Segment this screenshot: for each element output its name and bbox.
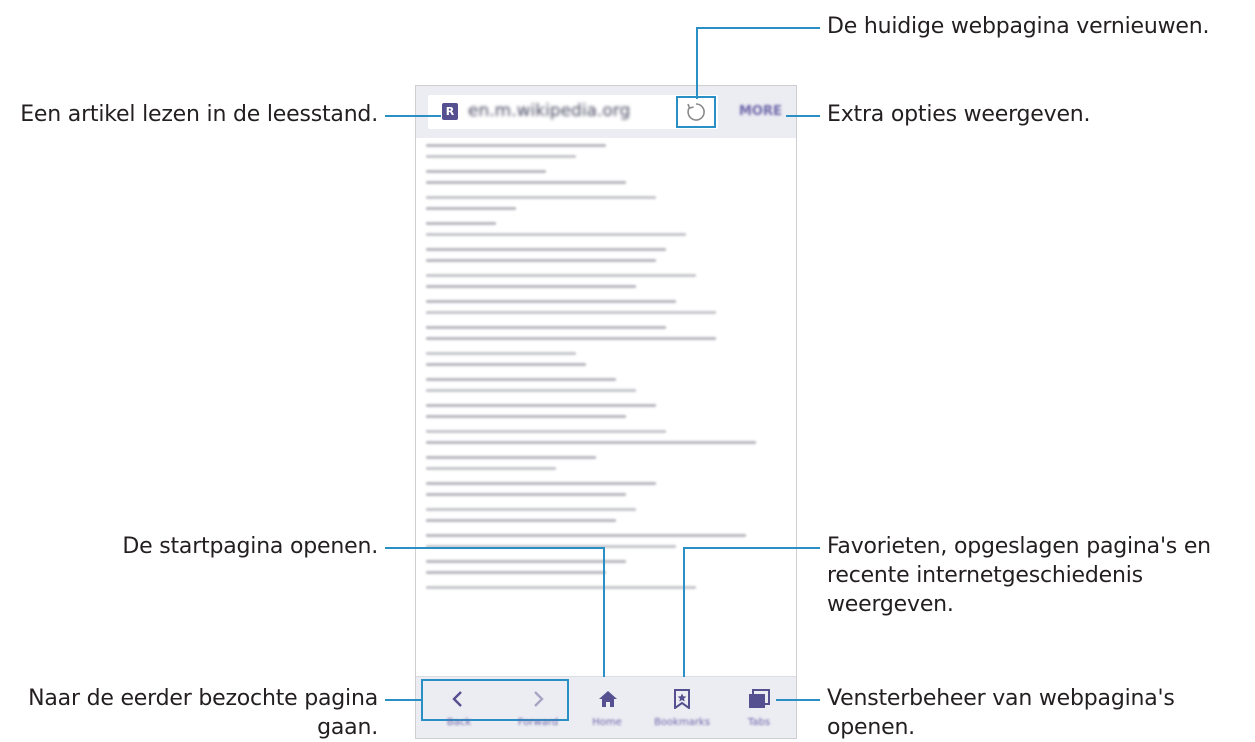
callout-bookmarks-line1: Favorieten, opgeslagen pagina's en [827,534,1211,559]
page-content [416,138,796,678]
blurred-text-line [426,311,716,314]
blurred-text-line [426,571,606,574]
blurred-text-line [426,259,656,262]
callout-back-line1: Naar de eerder bezochte pagina [28,686,378,711]
blurred-text-line [426,415,626,418]
callout-more: Extra opties weergeven. [827,102,1091,127]
callout-tabs-line2: openen. [827,715,915,740]
refresh-button[interactable] [676,96,716,128]
callout-refresh: De huidige webpagina vernieuwen. [827,14,1210,39]
blurred-text-line [426,155,576,158]
chevron-right-icon [534,691,544,707]
blurred-text-line [426,560,626,563]
blurred-text-line [426,207,516,210]
callout-line [603,547,605,677]
blurred-text-line [426,222,496,225]
blurred-text-line [426,508,636,511]
chevron-left-icon [452,691,462,707]
blurred-text-line [426,170,546,173]
bottom-toolbar: Back Forward Home Bookmarks Tabs [416,676,796,738]
address-bar: R en.m.wikipedia.org MORE [416,86,796,138]
blurred-text-line [426,456,596,459]
url-field[interactable]: R en.m.wikipedia.org [428,95,718,129]
more-button[interactable]: MORE [739,104,782,119]
blurred-text-line [426,430,666,433]
blurred-text-line [426,181,626,184]
callout-line [385,115,441,117]
callout-line [786,115,820,117]
blurred-text-line [426,493,626,496]
callout-line [683,547,685,677]
blurred-text-line [426,352,576,355]
home-label: Home [592,717,622,728]
back-button[interactable]: Back [434,677,484,733]
blurred-text-line [426,144,606,147]
tabs-icon [749,689,770,708]
callout-line [385,547,605,549]
blurred-text-line [426,586,696,589]
blurred-text-line [426,285,636,288]
callout-bookmarks-line2: recente internetgeschiedenis [827,563,1143,588]
blurred-text-line [426,300,676,303]
blurred-text-line [426,519,616,522]
callout-tabs: Vensterbeheer van webpagina's openen. [827,684,1175,742]
callout-reader: Een artikel lezen in de leesstand. [20,102,378,127]
blurred-text-line [426,404,656,407]
blurred-text-line [426,248,666,251]
callout-back: Naar de eerder bezochte pagina gaan. [0,684,378,742]
callout-bookmarks: Favorieten, opgeslagen pagina's en recen… [827,532,1211,619]
callout-home: De startpagina openen. [122,534,378,559]
blurred-text-line [426,467,556,470]
bookmarks-label: Bookmarks [654,717,710,728]
forward-label: Forward [517,717,559,728]
forward-button[interactable]: Forward [508,677,568,733]
reader-mode-icon[interactable]: R [442,103,458,120]
refresh-icon [687,103,705,121]
blurred-text-line [426,534,746,537]
blurred-text-line [426,274,696,277]
blurred-text-line [426,389,636,392]
tabs-label: Tabs [747,717,771,728]
callout-bookmarks-line3: weergeven. [827,592,954,617]
browser-screen: R en.m.wikipedia.org MORE Back Forward H… [415,85,797,739]
tabs-button[interactable]: Tabs [734,677,784,733]
callout-line [696,27,820,29]
callout-back-line2: gaan. [317,715,378,740]
callout-tabs-line1: Vensterbeheer van webpagina's [827,686,1175,711]
home-button[interactable]: Home [586,677,628,733]
blurred-text-line [426,482,656,485]
bookmarks-button[interactable]: Bookmarks [652,677,712,733]
blurred-text-line [426,363,586,366]
blurred-text-line [426,326,666,329]
blurred-text-line [426,378,616,381]
home-icon [599,691,617,707]
callout-line [385,699,422,701]
blurred-text-line [426,337,716,340]
blurred-text-line [426,441,756,444]
bookmark-star-icon [674,689,690,709]
callout-line [696,27,698,99]
callout-line [683,547,820,549]
blurred-text-line [426,233,686,236]
back-label: Back [446,717,472,728]
callout-line [776,699,820,701]
url-text: en.m.wikipedia.org [468,101,631,121]
blurred-text-line [426,196,656,199]
